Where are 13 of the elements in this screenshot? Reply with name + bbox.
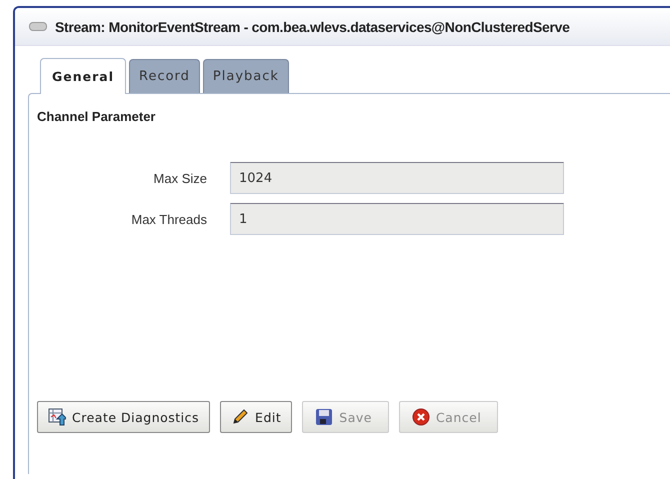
action-button[interactable]: Edit	[220, 401, 292, 433]
tab[interactable]: Playback	[202, 59, 289, 93]
field-label: Max Size	[152, 170, 207, 186]
tab[interactable]: Record	[129, 59, 200, 93]
tab[interactable]: General	[40, 58, 126, 94]
field-label: Max Threads	[130, 212, 207, 226]
pencil-icon	[231, 408, 250, 426]
action-button[interactable]: Create Diagnostics	[37, 401, 210, 433]
window-icon	[29, 22, 47, 31]
window-title: Stream: MonitorEventStream - com.bea.wlevs.dataservices@NonClusteredServe	[55, 18, 570, 34]
cancel-icon	[412, 408, 430, 426]
chart-upload-icon	[48, 408, 66, 426]
section-title: Channel Parameter	[37, 108, 156, 126]
